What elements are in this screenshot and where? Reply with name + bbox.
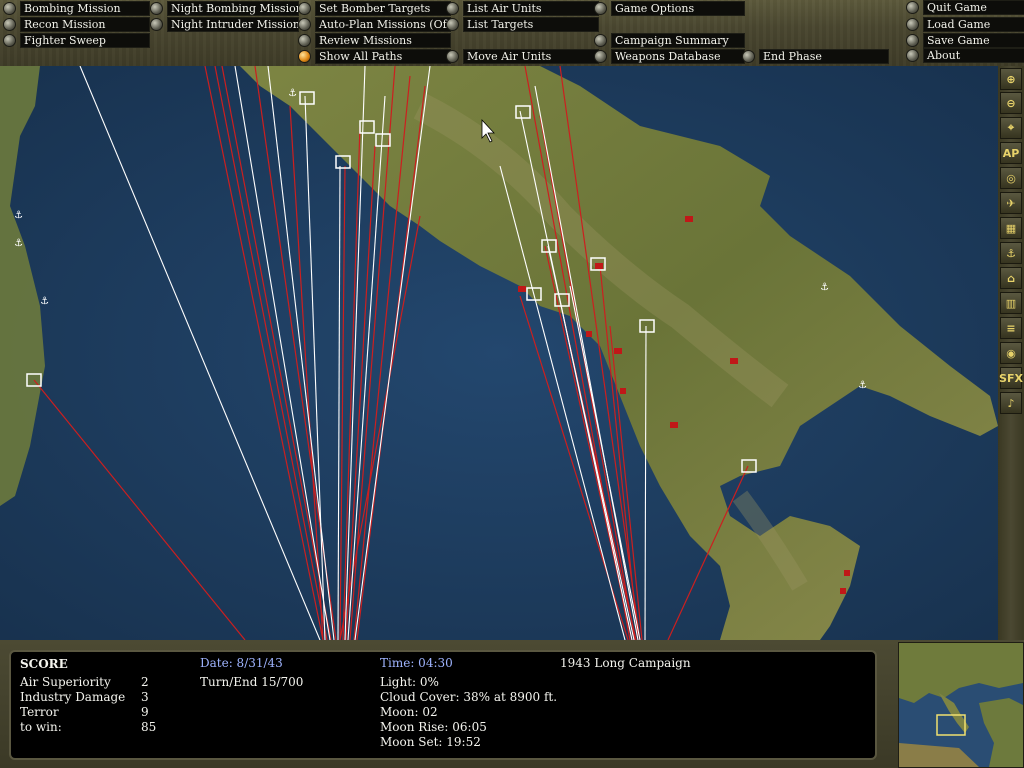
bridge-filter-icon[interactable]: ⌂: [1000, 267, 1022, 289]
zoom-out-icon[interactable]: ⊖: [1000, 92, 1022, 114]
radio-icon: [446, 49, 459, 63]
night-intruder-mission-button[interactable]: Night Intruder Mission: [150, 16, 299, 32]
top-menu-bar: Bombing Mission Recon Mission Fighter Sw…: [0, 0, 1024, 66]
radio-icon: [446, 17, 459, 31]
moon-rise-display: Moon Rise: 06:05: [380, 720, 487, 734]
svg-text:⚓: ⚓: [40, 296, 49, 307]
radio-icon: [298, 33, 311, 47]
radio-icon: [3, 1, 16, 15]
air-superiority-value: 2: [141, 675, 149, 689]
show-all-paths-button[interactable]: Show All Paths: [298, 48, 451, 64]
radio-icon: [594, 1, 607, 15]
svg-text:⚓: ⚓: [14, 238, 23, 249]
radio-icon: [906, 48, 919, 62]
about-button[interactable]: About: [906, 47, 1024, 63]
to-win-label: to win:: [20, 720, 62, 734]
score-heading: SCORE: [20, 657, 68, 671]
map-canvas[interactable]: ⚓ ⚓ ⚓ ⚓ ⚓ ⚓: [0, 66, 998, 640]
radio-icon: [742, 49, 755, 63]
radio-icon: [594, 49, 607, 63]
radio-icon: [906, 0, 919, 14]
time-display: Time: 04:30: [380, 656, 453, 670]
music-toggle-icon[interactable]: ♪: [1000, 392, 1022, 414]
radio-icon: [906, 33, 919, 47]
terror-value: 9: [141, 705, 149, 719]
radio-icon: [298, 1, 311, 15]
to-win-value: 85: [141, 720, 157, 734]
status-panel: SCORE Air Superiority 2 Industry Damage …: [9, 650, 877, 760]
svg-text:⚓: ⚓: [14, 210, 23, 221]
moon-set-display: Moon Set: 19:52: [380, 735, 481, 749]
building-filter-icon[interactable]: ▥: [1000, 292, 1022, 314]
campaign-summary-button[interactable]: Campaign Summary: [594, 32, 745, 48]
map-toolbar: ⊕ ⊖ ⌖ AP ◎ ✈ ▦ ⚓ ⌂ ▥ ≡ ◉ SFX ♪: [998, 66, 1024, 640]
move-air-units-button[interactable]: Move Air Units: [446, 48, 599, 64]
save-game-button[interactable]: Save Game: [906, 32, 1024, 48]
list-air-units-button[interactable]: List Air Units: [446, 0, 599, 16]
port-filter-icon[interactable]: ⚓: [1000, 242, 1022, 264]
radio-icon: [3, 17, 16, 31]
factory-filter-icon[interactable]: ▦: [1000, 217, 1022, 239]
end-phase-button[interactable]: End Phase: [742, 48, 889, 64]
radio-icon: [150, 1, 163, 15]
industry-damage-label: Industry Damage: [20, 690, 126, 704]
fighter-sweep-button[interactable]: Fighter Sweep: [3, 32, 150, 48]
zoom-in-icon[interactable]: ⊕: [1000, 68, 1022, 90]
turn-display: Turn/End 15/700: [200, 675, 304, 689]
svg-text:⚓: ⚓: [858, 380, 867, 391]
radio-icon: [298, 17, 311, 31]
svg-text:⚓: ⚓: [820, 282, 829, 293]
svg-text:⚓: ⚓: [288, 88, 297, 99]
list-targets-button[interactable]: List Targets: [446, 16, 599, 32]
sfx-toggle-button[interactable]: SFX: [999, 367, 1023, 389]
minimap-canvas: [899, 643, 1023, 767]
target-filter-icon[interactable]: ◎: [1000, 167, 1022, 189]
night-bombing-mission-button[interactable]: Night Bombing Mission: [150, 0, 299, 16]
cloud-cover-display: Cloud Cover: 38% at 8900 ft.: [380, 690, 558, 704]
radio-icon: [906, 17, 919, 31]
game-options-button[interactable]: Game Options: [594, 0, 745, 16]
set-bomber-targets-button[interactable]: Set Bomber Targets: [298, 0, 451, 16]
light-display: Light: 0%: [380, 675, 439, 689]
ap-toggle-button[interactable]: AP: [1000, 142, 1022, 164]
auto-plan-missions-button[interactable]: Auto-Plan Missions (Off): [298, 16, 451, 32]
minimap[interactable]: [898, 642, 1024, 768]
date-display: Date: 8/31/43: [200, 656, 283, 670]
center-map-icon[interactable]: ⌖: [1000, 117, 1022, 139]
review-missions-button[interactable]: Review Missions: [298, 32, 451, 48]
radio-icon: [3, 33, 16, 47]
radio-icon: [594, 33, 607, 47]
terror-label: Terror: [20, 705, 59, 719]
load-game-button[interactable]: Load Game: [906, 16, 1024, 32]
rail-filter-icon[interactable]: ≡: [1000, 317, 1022, 339]
weapons-database-button[interactable]: Weapons Database: [594, 48, 745, 64]
radio-icon: [150, 17, 163, 31]
moon-display: Moon: 02: [380, 705, 438, 719]
aircraft-filter-icon[interactable]: ✈: [1000, 192, 1022, 214]
target-2-filter-icon[interactable]: ◉: [1000, 342, 1022, 364]
air-superiority-label: Air Superiority: [20, 675, 111, 689]
recon-mission-button[interactable]: Recon Mission: [3, 16, 150, 32]
radio-icon: [446, 1, 459, 15]
radio-icon-active: [298, 49, 311, 63]
theater-map[interactable]: ⚓ ⚓ ⚓ ⚓ ⚓ ⚓: [0, 66, 998, 640]
industry-damage-value: 3: [141, 690, 149, 704]
bombing-mission-button[interactable]: Bombing Mission: [3, 0, 150, 16]
quit-game-button[interactable]: Quit Game: [906, 0, 1024, 15]
campaign-name: 1943 Long Campaign: [560, 656, 691, 670]
